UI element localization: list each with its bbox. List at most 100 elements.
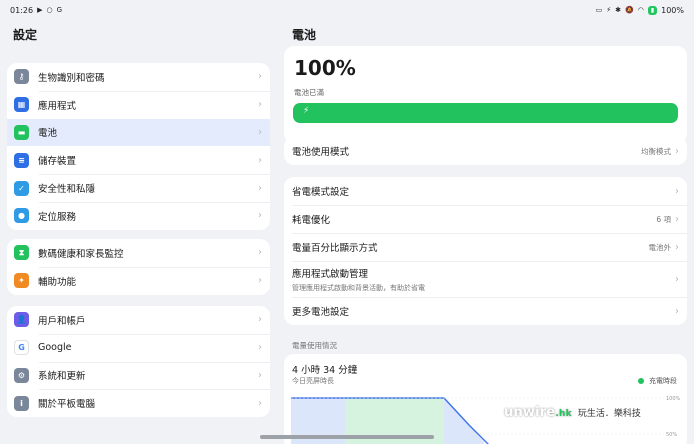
battery-mode-card: 電池使用模式 均衡模式 › (284, 137, 687, 165)
row-value: 電池外 (648, 242, 672, 252)
sidebar-item-biometrics[interactable]: ⚷ 生物識別和密碼 › (7, 63, 270, 91)
settings-title: 設定 (13, 28, 38, 42)
user-icon: 👤 (14, 312, 29, 328)
legend-dot-icon (638, 378, 644, 384)
wifi-icon: ◠ (637, 6, 644, 14)
chevron-right-icon: › (258, 99, 262, 111)
sidebar-item-google[interactable]: G Google › (7, 333, 270, 362)
chevron-right-icon: › (258, 182, 262, 194)
chevron-right-icon: › (258, 369, 262, 381)
battery-usage-card: 4 小時 34 分鐘 今日亮屏時長 充電時段 100% 50% (284, 354, 687, 444)
sidebar-item-storage[interactable]: ≡ 儲存裝置 › (7, 146, 270, 174)
grid-icon: ▦ (14, 97, 29, 113)
chevron-right-icon: › (675, 273, 679, 285)
battery-percent: 100% (294, 56, 356, 80)
sidebar-item-digital-wellbeing[interactable]: ⧗ 數碼健康和家長監控 › (7, 239, 270, 267)
sidebar-item-users[interactable]: 👤 用戶和帳戶 › (7, 306, 270, 334)
sidebar-item-battery[interactable]: ▬ 電池 › (7, 118, 270, 147)
google-status-icon: G (56, 6, 62, 14)
tick-label-100: 100% (666, 396, 681, 402)
bluetooth-icon: ✱ (615, 6, 621, 14)
power-optimization-row[interactable]: 耗電優化 6 項 › (284, 205, 687, 233)
sidebar-item-label: 用戶和帳戶 (38, 315, 86, 327)
app-launch-management-row[interactable]: 應用程式啟動管理 管理應用程式啟動和背景活動，有助於省電 › (284, 261, 687, 297)
sidebar-item-label: 安全性和私隱 (38, 184, 96, 196)
charging-legend: 充電時段 (638, 376, 677, 386)
sidebar-item-label: 儲存裝置 (38, 156, 77, 168)
sidebar-item-accessibility[interactable]: ✦ 輔助功能 › (7, 266, 270, 295)
sidebar-item-about[interactable]: i 關於平板電腦 › (7, 389, 270, 417)
hourglass-icon: ⧗ (14, 245, 29, 261)
chevron-right-icon: › (258, 397, 262, 409)
sidebar-item-location[interactable]: ● 定位服務 › (7, 201, 270, 230)
gear-icon: ⚙ (14, 367, 29, 383)
chevron-right-icon: › (258, 126, 262, 138)
sidebar-item-label: 生物識別和密碼 (38, 72, 105, 84)
sidebar-item-label: 電池 (38, 128, 58, 140)
legend-label: 充電時段 (649, 377, 677, 385)
battery-level-card: 100% 電池已滿 ⚡ (284, 46, 687, 144)
status-bar: 01:26 ▶ ○ G ▭ ⚡ ✱ 🔕 ◠ ▮ 100% (0, 0, 694, 20)
row-label: 應用程式啟動管理 (292, 268, 369, 280)
shield-icon: ✓ (14, 180, 29, 196)
battery-detail-pane: 電池 100% 電池已滿 ⚡ 電池使用模式 均衡模式 › 省電模式設定 › 耗電… (284, 20, 687, 444)
battery-icon: ▬ (14, 124, 29, 140)
battery-percent-status: 100% (661, 5, 684, 15)
chevron-right-icon: › (258, 247, 262, 259)
chevron-right-icon: › (675, 145, 679, 157)
chevron-right-icon: › (675, 305, 679, 317)
sidebar-item-label: 輔助功能 (38, 276, 77, 288)
chevron-right-icon: › (675, 241, 679, 253)
settings-group-1: ⚷ 生物識別和密碼 › ▦ 應用程式 › ▬ 電池 › ≡ 儲存裝置 › ✓ 安… (7, 63, 270, 230)
mute-icon: 🔕 (624, 6, 634, 14)
circle-icon: ○ (46, 6, 53, 14)
sidebar-item-system[interactable]: ⚙ 系統和更新 › (7, 361, 270, 390)
watermark-logo: unwire.hk (504, 405, 572, 420)
youtube-icon: ▶ (37, 6, 43, 14)
row-label: 耗電優化 (292, 215, 331, 226)
chevron-right-icon: › (258, 154, 262, 166)
watermark-tagline: 玩生活．樂科技 (577, 409, 641, 419)
tick-label-50: 50% (666, 432, 677, 438)
charging-icon: ⚡ (606, 6, 612, 14)
chevron-right-icon: › (675, 213, 679, 225)
row-label: 省電模式設定 (292, 187, 350, 198)
settings-group-2: ⧗ 數碼健康和家長監控 › ✦ 輔助功能 › (7, 239, 270, 295)
percent-display-row[interactable]: 電量百分比顯示方式 電池外 › (284, 233, 687, 261)
key-icon: ⚷ (14, 69, 29, 85)
storage-icon: ≡ (14, 152, 29, 168)
settings-group-3: 👤 用戶和帳戶 › G Google › ⚙ 系統和更新 › i 關於平板電腦 … (7, 306, 270, 418)
sidebar-item-apps[interactable]: ▦ 應用程式 › (7, 90, 270, 119)
chevron-right-icon: › (258, 342, 262, 354)
charging-bolt-icon: ⚡ (303, 106, 310, 116)
watermark: unwire.hk 玩生活．樂科技 (504, 405, 641, 420)
info-icon: i (14, 395, 29, 411)
row-value: 6 項 (656, 214, 671, 224)
sidebar-item-security[interactable]: ✓ 安全性和私隱 › (7, 174, 270, 202)
more-battery-settings-row[interactable]: 更多電池設定 › (284, 297, 687, 325)
battery-mode-value: 均衡模式 (641, 146, 671, 156)
battery-mode-row[interactable]: 電池使用模式 均衡模式 › (284, 137, 687, 165)
sidebar-item-label: 定位服務 (38, 211, 77, 223)
battery-level-bar: ⚡ (293, 103, 678, 123)
sim-icon: ▭ (595, 6, 603, 14)
battery-status-icon: ▮ (647, 5, 658, 15)
screen-on-duration: 4 小時 34 分鐘 (292, 365, 358, 376)
battery-mode-label: 電池使用模式 (292, 147, 350, 158)
sidebar-item-label: 系統和更新 (38, 371, 86, 383)
home-indicator[interactable] (260, 435, 434, 439)
accessibility-icon: ✦ (14, 273, 29, 289)
sidebar-item-label: Google (38, 342, 72, 354)
chevron-right-icon: › (258, 275, 262, 287)
sidebar-item-label: 數碼健康和家長監控 (38, 248, 124, 260)
page-title: 電池 (292, 28, 317, 42)
screen-on-label: 今日亮屏時長 (292, 377, 334, 385)
sidebar-item-label: 應用程式 (38, 100, 77, 112)
google-icon: G (14, 340, 29, 356)
row-label: 電量百分比顯示方式 (292, 243, 378, 254)
row-sublabel: 管理應用程式啟動和背景活動，有助於省電 (292, 283, 425, 292)
power-saving-settings-row[interactable]: 省電模式設定 › (284, 177, 687, 205)
chevron-right-icon: › (258, 71, 262, 83)
battery-settings-card: 省電模式設定 › 耗電優化 6 項 › 電量百分比顯示方式 電池外 › 應用程式… (284, 177, 687, 325)
sidebar-item-label: 關於平板電腦 (38, 399, 96, 411)
